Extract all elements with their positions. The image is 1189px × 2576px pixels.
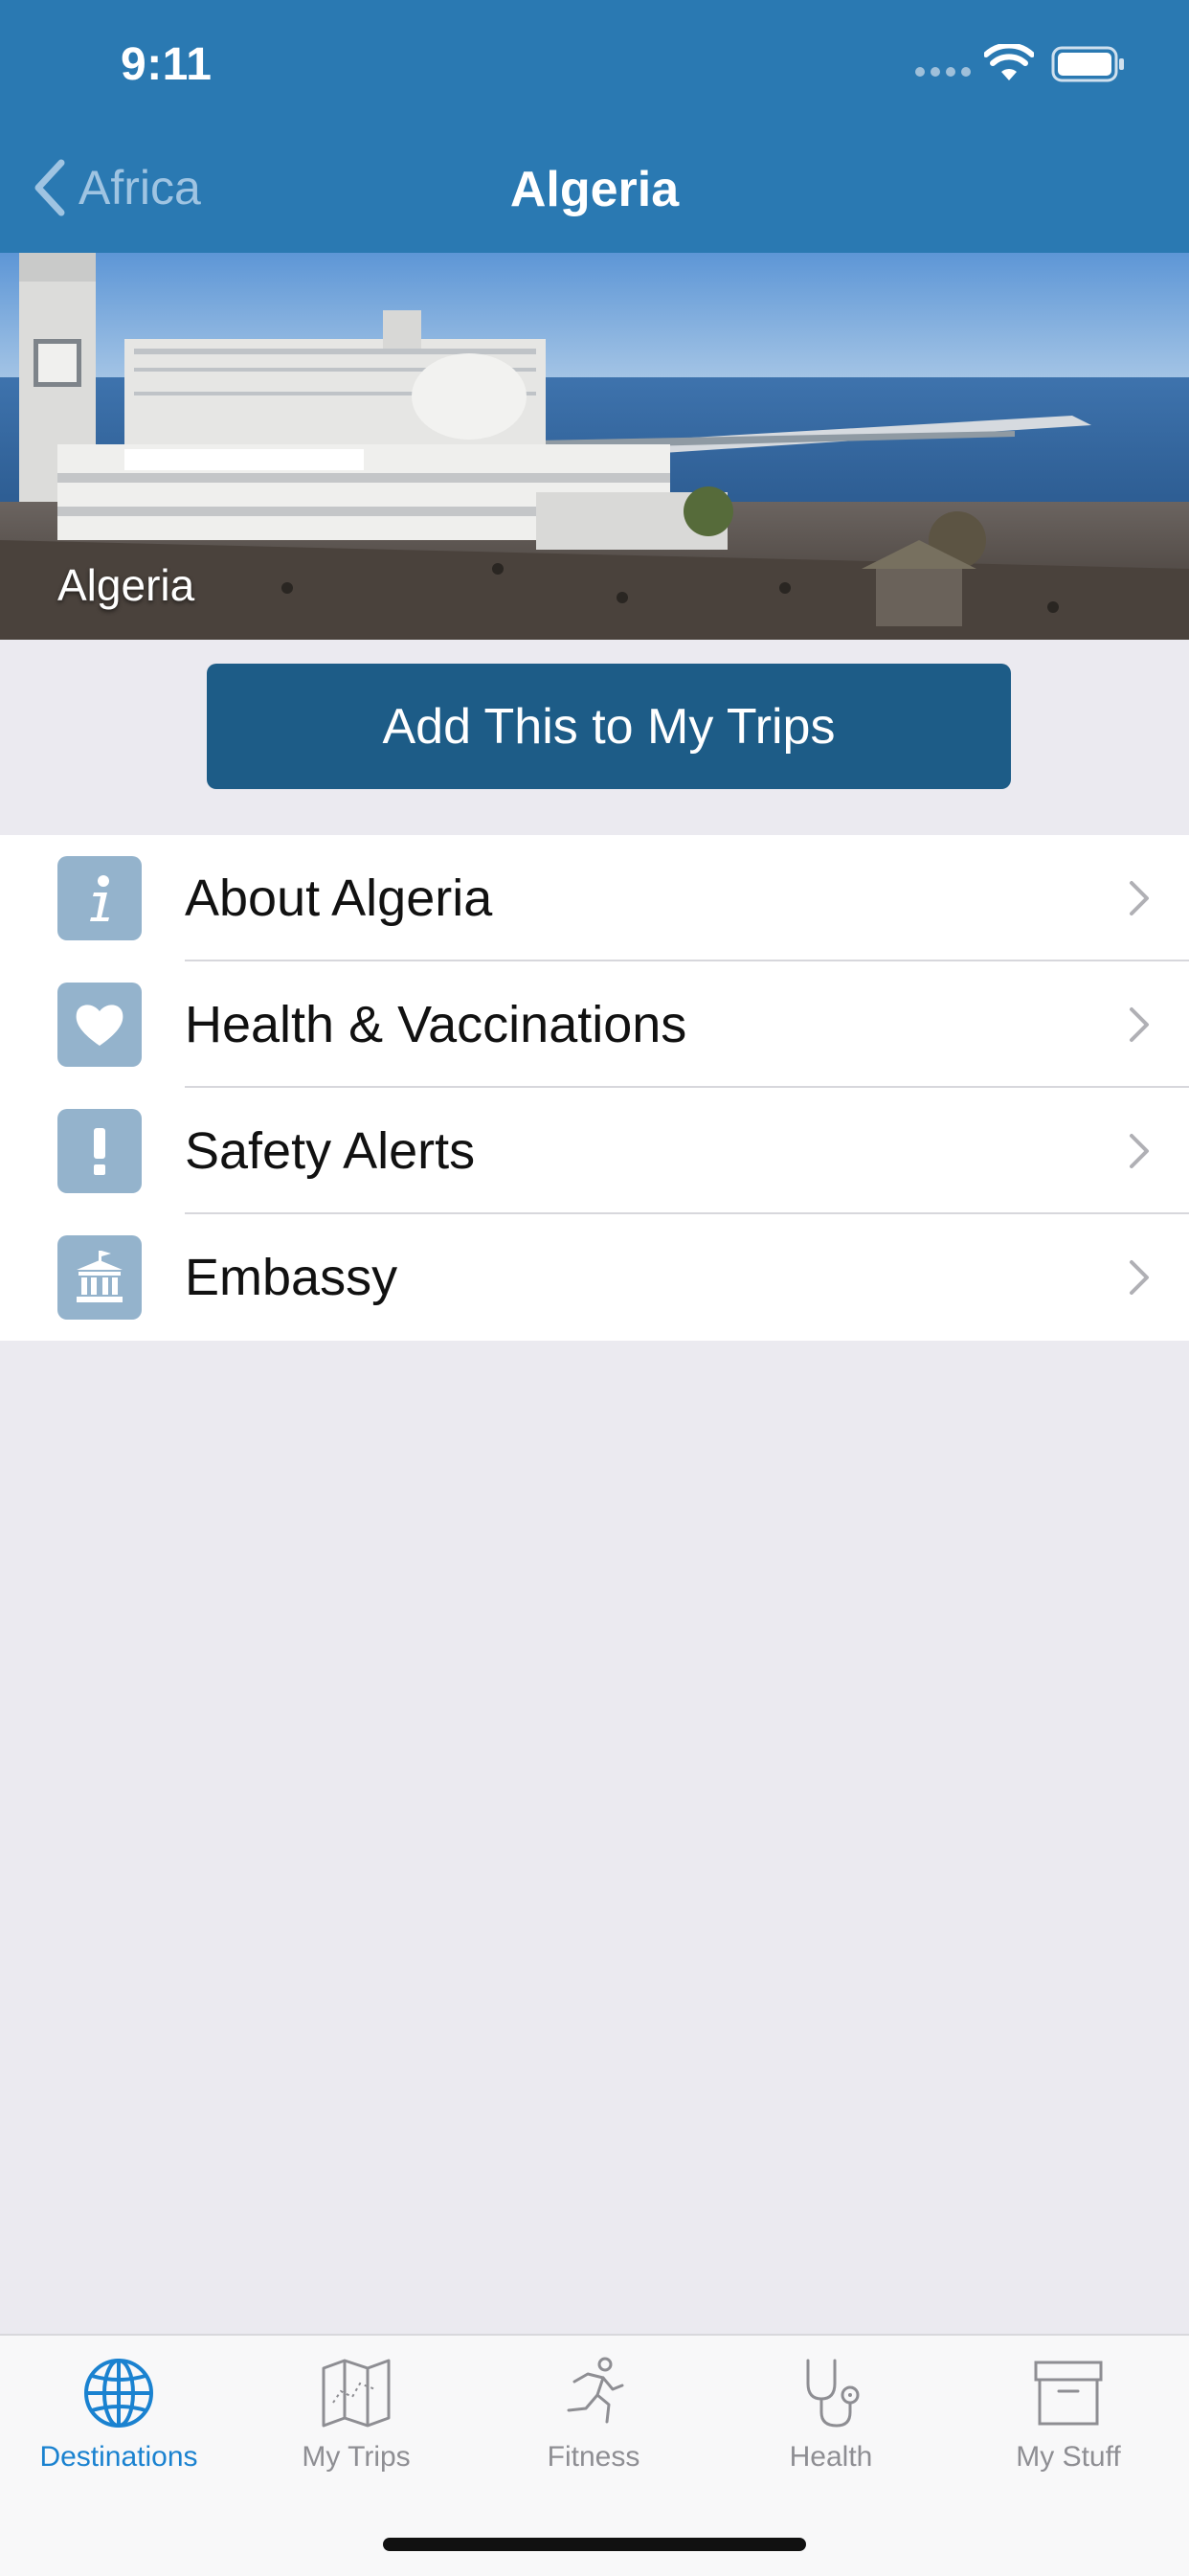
tab-label: Health: [789, 2441, 873, 2473]
menu-item-label: Safety Alerts: [185, 1122, 476, 1180]
archive-box-icon: [1034, 2361, 1103, 2426]
heart-icon: [57, 983, 142, 1067]
status-time: 9:11: [121, 39, 213, 90]
menu-item-about[interactable]: About Algeria: [0, 835, 1189, 961]
map-icon: [322, 2359, 391, 2428]
globe-icon: [84, 2359, 153, 2428]
menu-item-label: About Algeria: [185, 870, 493, 927]
menu-item-safety-alerts[interactable]: Safety Alerts: [0, 1088, 1189, 1214]
home-indicator[interactable]: [383, 2538, 806, 2551]
wifi-icon: [984, 44, 1034, 80]
hero-caption: Algeria: [57, 560, 195, 610]
embassy-building-icon: [57, 1235, 142, 1320]
tab-my-trips[interactable]: My Trips: [237, 2336, 475, 2489]
tab-destinations[interactable]: Destinations: [0, 2336, 237, 2489]
stethoscope-icon: [806, 2359, 860, 2428]
chevron-right-icon: [1130, 1134, 1149, 1168]
tab-fitness[interactable]: Fitness: [475, 2336, 712, 2489]
navigation-bar: 9:11 Africa Algeria: [0, 0, 1189, 253]
info-icon: [57, 856, 142, 940]
tab-health[interactable]: Health: [712, 2336, 950, 2489]
tab-label: My Stuff: [1016, 2441, 1121, 2473]
add-to-my-trips-button[interactable]: Add This to My Trips: [207, 664, 1011, 789]
menu-item-label: Embassy: [185, 1249, 398, 1306]
menu-item-embassy[interactable]: Embassy: [0, 1214, 1189, 1341]
chevron-right-icon: [1130, 1007, 1149, 1042]
tab-label: My Trips: [302, 2441, 411, 2473]
tab-label: Fitness: [547, 2441, 640, 2473]
battery-icon: [1051, 46, 1124, 82]
exclamation-icon: [57, 1109, 142, 1193]
tab-label: Destinations: [39, 2441, 198, 2473]
page-title: Algeria: [509, 162, 680, 217]
destination-photo: Algeria: [0, 253, 1189, 640]
runner-icon: [567, 2357, 624, 2424]
destination-menu-list: About Algeria Health & Vaccinations Safe…: [0, 835, 1189, 1341]
menu-item-label: Health & Vaccinations: [185, 996, 687, 1053]
tab-my-stuff[interactable]: My Stuff: [950, 2336, 1187, 2489]
cellular-signal-icon: [915, 67, 971, 77]
chevron-right-icon: [1130, 1260, 1149, 1295]
chevron-right-icon: [1130, 881, 1149, 915]
menu-item-health-vaccinations[interactable]: Health & Vaccinations: [0, 961, 1189, 1088]
